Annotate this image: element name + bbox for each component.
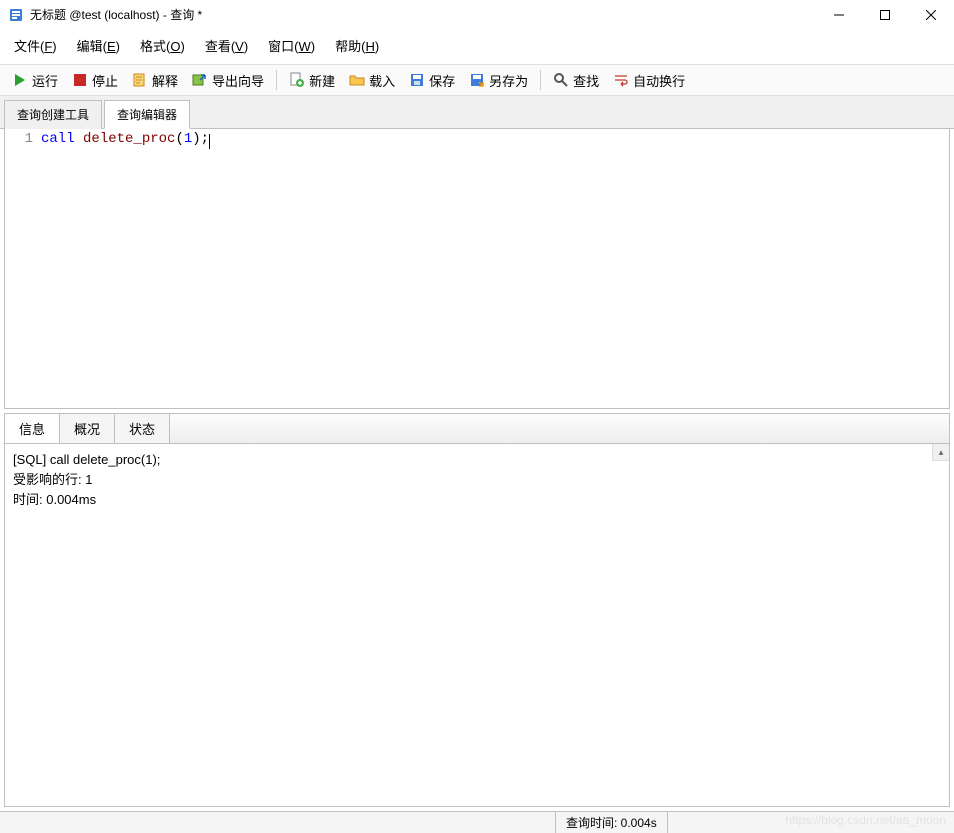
explain-button[interactable]: 解释 [126,68,184,93]
find-button[interactable]: 查找 [547,68,605,93]
maximize-button[interactable] [862,0,908,30]
result-line: 时间: 0.004ms [13,490,941,510]
new-icon [289,72,305,88]
titlebar: 无标题 @test (localhost) - 查询 * [0,0,954,30]
status-spacer [667,812,954,833]
toolbar-separator [540,70,541,90]
explain-icon [132,72,148,88]
save-as-icon [469,72,485,88]
search-icon [553,72,569,88]
menu-edit[interactable]: 编辑(E) [69,33,128,58]
export-icon [192,72,208,88]
tab-profile[interactable]: 概况 [60,414,115,443]
tab-info[interactable]: 信息 [5,414,60,443]
minimize-button[interactable] [816,0,862,30]
line-gutter: 1 [5,129,41,408]
save-as-button[interactable]: 另存为 [463,68,534,93]
toolbar-separator [276,70,277,90]
tab-query-builder[interactable]: 查询创建工具 [4,100,102,129]
menu-format[interactable]: 格式(O) [132,33,193,58]
code-editor[interactable]: 1 call delete_proc(1); [5,129,949,408]
export-wizard-button[interactable]: 导出向导 [186,68,270,93]
menu-window[interactable]: 窗口(W) [260,33,323,58]
result-panel: 信息 概况 状态 ▴ [SQL] call delete_proc(1); 受影… [4,413,950,807]
statusbar: 查询时间: 0.004s [0,811,954,833]
tab-query-editor[interactable]: 查询编辑器 [104,100,190,129]
result-tabs: 信息 概况 状态 [5,414,949,444]
explain-label: 解释 [152,71,178,90]
close-button[interactable] [908,0,954,30]
menu-help[interactable]: 帮助(H) [327,33,387,58]
window-buttons [816,0,954,30]
code-content[interactable]: call delete_proc(1); [41,129,949,408]
result-line: [SQL] call delete_proc(1); [13,450,941,470]
app-icon [8,7,24,23]
new-label: 新建 [309,71,335,90]
save-as-label: 另存为 [489,71,528,90]
tab-status[interactable]: 状态 [115,414,170,443]
find-label: 查找 [573,71,599,90]
export-wizard-label: 导出向导 [212,71,264,90]
play-icon [12,72,28,88]
menu-view[interactable]: 查看(V) [197,33,256,58]
result-line: 受影响的行: 1 [13,470,941,490]
query-tabs: 查询创建工具 查询编辑器 [0,96,954,129]
stop-button[interactable]: 停止 [66,68,124,93]
text-cursor [209,134,210,149]
save-icon [409,72,425,88]
save-label: 保存 [429,71,455,90]
status-query-time: 查询时间: 0.004s [555,812,667,833]
save-button[interactable]: 保存 [403,68,461,93]
stop-label: 停止 [92,71,118,90]
new-button[interactable]: 新建 [283,68,341,93]
editor-panel: 1 call delete_proc(1); [4,129,950,409]
toolbar: 运行 停止 解释 导出向导 新建 载入 保存 [0,64,954,96]
autowrap-button[interactable]: 自动换行 [607,68,691,93]
window-title: 无标题 @test (localhost) - 查询 * [30,6,202,23]
scroll-up-button[interactable]: ▴ [932,444,949,461]
result-body[interactable]: ▴ [SQL] call delete_proc(1); 受影响的行: 1 时间… [5,444,949,806]
line-number: 1 [5,129,33,149]
run-button[interactable]: 运行 [6,68,64,93]
wrap-icon [613,72,629,88]
menu-file[interactable]: 文件(F) [6,33,65,58]
load-icon [349,72,365,88]
load-button[interactable]: 载入 [343,68,401,93]
keyword: call [41,131,75,147]
menubar: 文件(F) 编辑(E) 格式(O) 查看(V) 窗口(W) 帮助(H) [0,30,954,64]
stop-icon [72,72,88,88]
load-label: 载入 [369,71,395,90]
identifier: delete_proc [83,131,175,147]
autowrap-label: 自动换行 [633,71,685,90]
status-empty [0,812,555,833]
run-label: 运行 [32,71,58,90]
